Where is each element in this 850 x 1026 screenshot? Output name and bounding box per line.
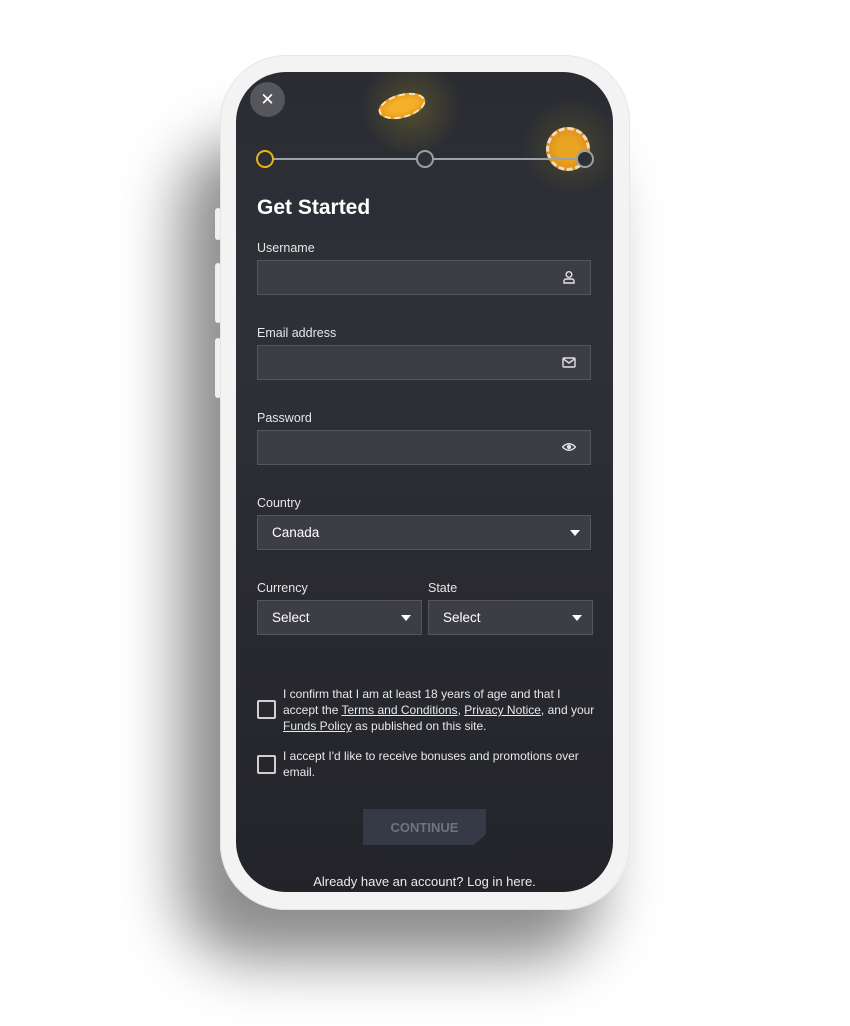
username-input[interactable] <box>257 260 591 295</box>
step-2 <box>416 150 434 168</box>
privacy-link[interactable]: Privacy Notice <box>464 703 541 717</box>
caret-down-icon <box>570 530 580 536</box>
continue-button[interactable]: CONTINUE <box>363 809 486 845</box>
username-label: Username <box>257 241 315 255</box>
login-link[interactable]: Already have an account? Log in here. <box>236 874 613 889</box>
password-label: Password <box>257 411 312 425</box>
caret-down-icon <box>572 615 582 621</box>
mail-icon <box>562 357 576 368</box>
state-select[interactable]: Select <box>428 600 593 635</box>
funds-policy-link[interactable]: Funds Policy <box>283 719 352 733</box>
page-title: Get Started <box>257 196 371 219</box>
promotions-consent: I accept I'd like to receive bonuses and… <box>257 748 597 782</box>
caret-down-icon <box>401 615 411 621</box>
signup-screen: ✕ Get Started Username Email address Pas… <box>236 72 613 892</box>
step-3 <box>576 150 594 168</box>
age-consent-checkbox[interactable] <box>257 700 276 719</box>
step-1 <box>256 150 274 168</box>
email-label: Email address <box>257 326 337 340</box>
currency-label: Currency <box>257 581 308 595</box>
country-label: Country <box>257 496 301 510</box>
close-button[interactable]: ✕ <box>250 82 285 117</box>
age-consent: I confirm that I am at least 18 years of… <box>257 686 597 736</box>
promotions-text: I accept I'd like to receive bonuses and… <box>283 749 579 779</box>
state-label: State <box>428 581 458 595</box>
email-input[interactable] <box>257 345 591 380</box>
country-select[interactable]: Canada <box>257 515 591 550</box>
promotions-checkbox[interactable] <box>257 755 276 774</box>
user-icon <box>563 271 575 284</box>
eye-icon[interactable] <box>562 440 576 454</box>
terms-link[interactable]: Terms and Conditions <box>342 703 458 717</box>
progress-stepper <box>256 150 594 168</box>
close-icon: ✕ <box>260 89 275 110</box>
currency-select[interactable]: Select <box>257 600 422 635</box>
password-input[interactable] <box>257 430 591 465</box>
